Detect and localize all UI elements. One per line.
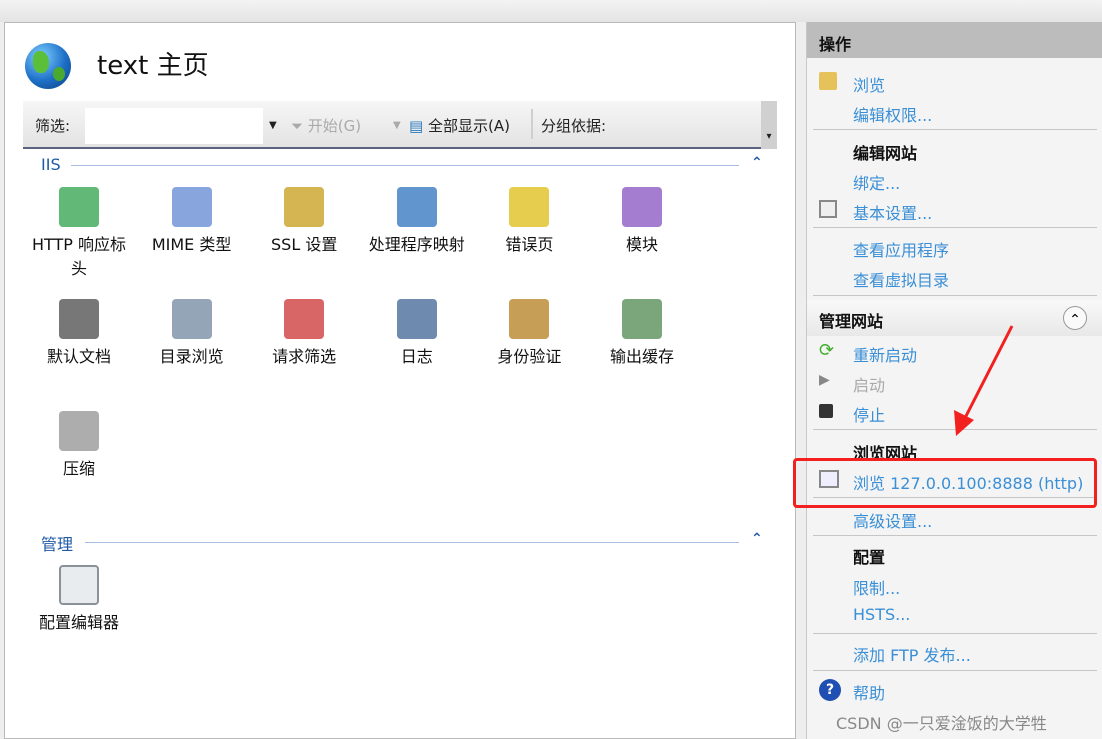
watermark: CSDN @一只爱淦饭的大学牲 [836, 714, 1047, 733]
annotation-arrow-icon [954, 325, 1014, 436]
